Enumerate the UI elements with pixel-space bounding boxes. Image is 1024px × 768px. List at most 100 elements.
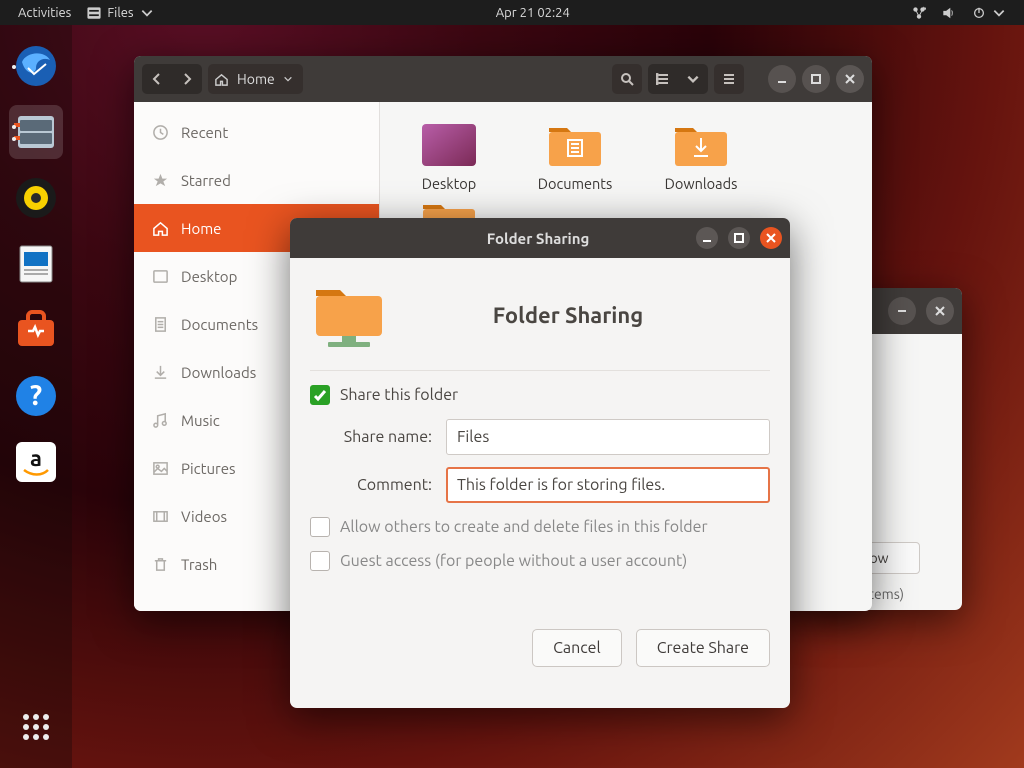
- desktop-folder-icon: [420, 122, 478, 168]
- guest-access-checkbox[interactable]: [310, 551, 330, 571]
- svg-text:?: ?: [30, 380, 42, 411]
- comment-input[interactable]: [446, 467, 770, 503]
- sidebar-item-label: Pictures: [181, 460, 236, 477]
- sidebar-item-label: Music: [181, 412, 220, 429]
- sidebar-item-label: Home: [181, 220, 221, 237]
- sidebar-item-starred[interactable]: Starred: [134, 156, 379, 204]
- sidebar-item-label: Videos: [181, 508, 227, 525]
- dock-thunderbird[interactable]: [9, 39, 63, 93]
- sidebar-item-label: Recent: [181, 124, 228, 141]
- activities-button[interactable]: Activities: [10, 6, 79, 20]
- folder-documents[interactable]: Documents: [514, 120, 636, 193]
- bg-minimize-button[interactable]: [888, 297, 916, 325]
- share-this-folder-label: Share this folder: [340, 386, 458, 404]
- pictures-icon: [152, 460, 169, 477]
- search-icon: [620, 72, 634, 86]
- view-list-button[interactable]: [648, 64, 678, 94]
- app-menu[interactable]: Files: [79, 6, 161, 20]
- chevron-down-icon: [686, 72, 700, 86]
- share-this-folder-row[interactable]: Share this folder: [310, 385, 770, 405]
- dock-amazon[interactable]: a: [9, 435, 63, 489]
- dialog-maximize-button[interactable]: [728, 227, 750, 249]
- maximize-button[interactable]: [802, 65, 830, 93]
- dock-writer[interactable]: [9, 237, 63, 291]
- trash-icon: [152, 556, 169, 573]
- dialog-close-button[interactable]: [760, 227, 782, 249]
- search-button[interactable]: [612, 64, 642, 94]
- power-icon: [972, 6, 986, 20]
- sidebar-item-label: Documents: [181, 316, 258, 333]
- folder-desktop[interactable]: Desktop: [388, 120, 510, 193]
- software-icon: [14, 308, 58, 352]
- minimize-button[interactable]: [768, 65, 796, 93]
- recent-icon: [152, 124, 169, 141]
- sidebar-item-label: Starred: [181, 172, 231, 189]
- documents-folder-icon: [546, 122, 604, 168]
- dialog-heading: Folder Sharing: [406, 303, 770, 328]
- clock[interactable]: Apr 21 02:24: [488, 6, 578, 20]
- nav-back-button[interactable]: [142, 64, 172, 94]
- apps-grid-icon: [14, 705, 58, 749]
- cancel-button-label: Cancel: [553, 639, 601, 657]
- dock-show-apps[interactable]: [9, 700, 63, 754]
- guest-access-label: Guest access (for people without a user …: [340, 552, 687, 570]
- downloads-icon: [152, 364, 169, 381]
- allow-others-row[interactable]: Allow others to create and delete files …: [310, 517, 770, 537]
- folder-sharing-dialog: Folder Sharing Folder Sharing Share this…: [290, 218, 790, 708]
- cancel-button[interactable]: Cancel: [532, 629, 622, 667]
- top-panel: Activities Files Apr 21 02:24: [0, 0, 1024, 25]
- folder-label: Desktop: [416, 174, 482, 193]
- dialog-window-title: Folder Sharing: [380, 230, 696, 247]
- dock-files[interactable]: [9, 105, 63, 159]
- separator: [310, 370, 770, 371]
- help-icon: ?: [14, 374, 58, 418]
- sidebar-item-label: Trash: [181, 556, 217, 573]
- nav-forward-button[interactable]: [172, 64, 202, 94]
- volume-icon: [942, 6, 956, 20]
- chevron-down-icon: [992, 6, 1006, 20]
- folder-label: Downloads: [659, 174, 744, 193]
- share-name-input[interactable]: [446, 419, 770, 455]
- folder-downloads[interactable]: Downloads: [640, 120, 762, 193]
- dock-help[interactable]: ?: [9, 369, 63, 423]
- close-button[interactable]: [836, 65, 864, 93]
- location-bar[interactable]: Home: [208, 64, 303, 94]
- comment-label: Comment:: [310, 476, 436, 494]
- hamburger-button[interactable]: [714, 64, 744, 94]
- allow-others-checkbox[interactable]: [310, 517, 330, 537]
- dialog-titlebar: Folder Sharing: [290, 218, 790, 258]
- create-share-button[interactable]: Create Share: [636, 629, 770, 667]
- view-options-button[interactable]: [678, 64, 708, 94]
- location-label: Home: [237, 71, 275, 87]
- chevron-down-icon: [283, 74, 293, 84]
- hamburger-icon: [722, 72, 736, 86]
- thunderbird-icon: [14, 44, 58, 88]
- dock-rhythmbox[interactable]: [9, 171, 63, 225]
- network-indicator[interactable]: [904, 6, 934, 20]
- svg-text:a: a: [30, 446, 42, 471]
- allow-others-label: Allow others to create and delete files …: [340, 518, 708, 536]
- bg-partial-button-label: ow: [869, 550, 888, 566]
- sidebar-item-label: Desktop: [181, 268, 237, 285]
- dock-software[interactable]: [9, 303, 63, 357]
- amazon-icon: a: [14, 440, 58, 484]
- star-icon: [152, 172, 169, 189]
- power-indicator[interactable]: [964, 6, 1014, 20]
- dock: ? a: [0, 25, 72, 768]
- files-dock-icon: [14, 110, 58, 154]
- volume-indicator[interactable]: [934, 6, 964, 20]
- guest-access-row[interactable]: Guest access (for people without a user …: [310, 551, 770, 571]
- sidebar-item-recent[interactable]: Recent: [134, 108, 379, 156]
- home-icon: [214, 72, 229, 87]
- share-this-folder-checkbox[interactable]: [310, 385, 330, 405]
- dialog-minimize-button[interactable]: [696, 227, 718, 249]
- videos-icon: [152, 508, 169, 525]
- desktop-icon: [152, 268, 169, 285]
- shared-folder-icon: [310, 276, 388, 354]
- chevron-down-icon: [140, 6, 154, 20]
- speaker-icon: [14, 176, 58, 220]
- sidebar-item-label: Downloads: [181, 364, 256, 381]
- activities-label: Activities: [18, 6, 71, 20]
- files-panel-icon: [87, 6, 101, 20]
- bg-close-button[interactable]: [926, 297, 954, 325]
